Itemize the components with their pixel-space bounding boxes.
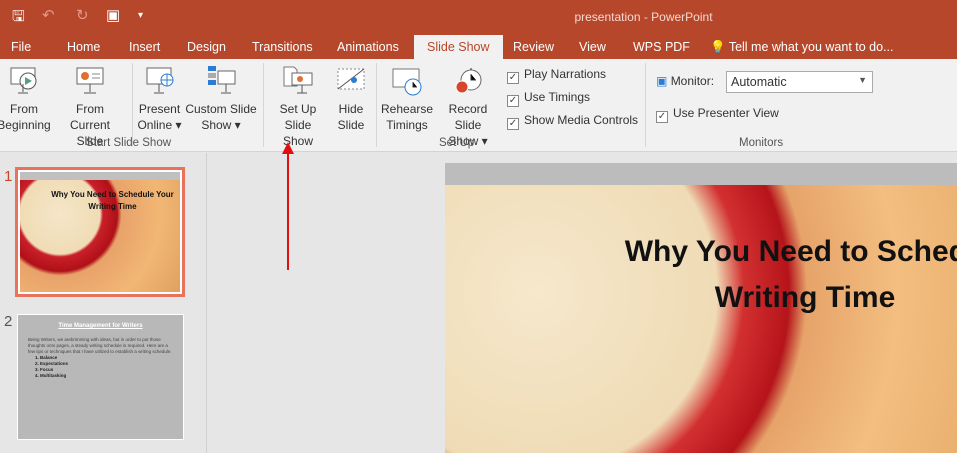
separator: [132, 63, 133, 147]
label: Record Slide: [448, 102, 488, 132]
tell-me-label: Tell me what you want to do...: [728, 40, 894, 54]
label: From: [76, 102, 104, 116]
label: Timings: [386, 118, 428, 132]
label: From: [10, 102, 38, 116]
slide-list: Balance Expectations Focus Multitasking: [28, 355, 173, 379]
annotation-arrowhead: [282, 142, 294, 154]
tab-review[interactable]: Review: [513, 40, 554, 54]
hide-slide-icon: [335, 65, 367, 97]
label: Use Timings: [524, 90, 591, 104]
separator: [263, 63, 264, 147]
slide-thumbnail-2[interactable]: Time Management for Writers Being Writer…: [17, 314, 184, 440]
hide-slide-button[interactable]: Hide Slide: [332, 65, 370, 133]
label: Custom Slide: [185, 102, 257, 116]
setup-show-icon: [282, 65, 314, 97]
separator: [376, 63, 377, 147]
present-online-button[interactable]: Present Online ▾: [137, 65, 182, 133]
tab-animations[interactable]: Animations: [337, 40, 399, 54]
projector-globe-icon: [144, 65, 176, 97]
label: Show ▾: [201, 118, 241, 132]
use-presenter-view-checkbox[interactable]: ✓ Use Presenter View: [656, 106, 779, 123]
play-narrations-checkbox[interactable]: ✓ Play Narrations: [507, 67, 606, 84]
tab-file[interactable]: File: [11, 40, 31, 54]
ribbon-tabs: File Home Insert Design Transitions Anim…: [0, 35, 957, 59]
label: Use Presenter View: [673, 106, 779, 120]
chevron-down-icon: ▼: [858, 75, 867, 85]
slide-thumbnail-1[interactable]: Why You Need to Schedule Your Writing Ti…: [15, 167, 185, 297]
label: Online ▾: [137, 118, 182, 132]
projector-chart-icon: [74, 65, 106, 97]
tab-slide-show[interactable]: Slide Show: [414, 35, 503, 59]
tab-transitions[interactable]: Transitions: [252, 40, 313, 54]
rehearse-timings-button[interactable]: Rehearse Timings: [381, 65, 433, 133]
record-stopwatch-icon: [452, 65, 484, 97]
title-line: Why You Need to Schedu: [624, 235, 957, 268]
tab-view[interactable]: View: [579, 40, 606, 54]
label: Present: [138, 102, 181, 116]
label: Monitor:: [670, 74, 715, 88]
group-set-up: Set Up: [439, 137, 475, 149]
label: Set Up: [279, 102, 317, 116]
group-start-slide-show: Start Slide Show: [86, 137, 172, 149]
tab-design[interactable]: Design: [187, 40, 226, 54]
slide-title[interactable]: Why You Need to Schedu Writing Time: [575, 229, 957, 321]
checkmark-icon: ✓: [656, 111, 668, 123]
tell-me-search[interactable]: 💡 Tell me what you want to do...: [710, 40, 894, 55]
slide-title: Why You Need to Schedule Your Writing Ti…: [51, 190, 174, 211]
custom-slide-show-button[interactable]: Custom Slide Show ▾: [184, 65, 258, 133]
window-title: presentation - PowerPoint: [574, 10, 713, 24]
monitor-value: Automatic: [731, 75, 787, 89]
slide-number: 2: [4, 313, 13, 330]
monitor-label: ▣ Monitor:: [656, 74, 714, 88]
label: Play Narrations: [524, 67, 607, 81]
group-monitors: Monitors: [739, 137, 784, 149]
label: Slide Show: [282, 118, 314, 148]
custom-show-icon: [205, 65, 237, 97]
title-bar: 🖫 ↶ ↻ ▣ ▾ presentation - PowerPoint: [0, 0, 957, 35]
label: Slide: [337, 118, 365, 132]
label: Rehearse: [381, 102, 434, 116]
slide-number: 1: [4, 168, 13, 185]
checkmark-icon: ✓: [507, 95, 519, 107]
checkmark-icon: ✓: [507, 72, 519, 84]
rehearse-timer-icon: [391, 65, 423, 97]
monitor-icon: ▣: [656, 74, 668, 88]
show-media-controls-checkbox[interactable]: ✓ Show Media Controls: [507, 113, 638, 130]
slide-title: Time Management for Writers: [58, 323, 143, 329]
lightbulb-icon: 💡: [710, 40, 726, 54]
slide-editor-canvas[interactable]: Why You Need to Schedu Writing Time: [445, 163, 957, 453]
label: Show Media Controls: [524, 113, 639, 127]
from-beginning-button[interactable]: From Beginning: [0, 65, 52, 133]
tab-home[interactable]: Home: [67, 40, 100, 54]
label: Hide: [338, 102, 364, 116]
projector-play-icon: [8, 65, 40, 97]
checkmark-icon: ✓: [507, 118, 519, 130]
set-up-slide-show-button[interactable]: Set Up Slide Show: [268, 65, 328, 149]
slide-image: Why You Need to Schedule Your Writing Ti…: [20, 172, 180, 292]
separator: [645, 63, 646, 147]
slide-body: Being Writers, we arebrimming with ideas…: [28, 337, 172, 354]
annotation-arrow: [287, 146, 289, 270]
use-timings-checkbox[interactable]: ✓ Use Timings: [507, 90, 590, 107]
label: Beginning: [0, 118, 51, 132]
tab-insert[interactable]: Insert: [129, 40, 160, 54]
list-item: Multitasking: [40, 373, 173, 379]
monitor-select[interactable]: Automatic ▼: [726, 71, 873, 93]
title-line: Writing Time: [714, 281, 896, 314]
tab-wps-pdf[interactable]: WPS PDF: [633, 40, 690, 54]
